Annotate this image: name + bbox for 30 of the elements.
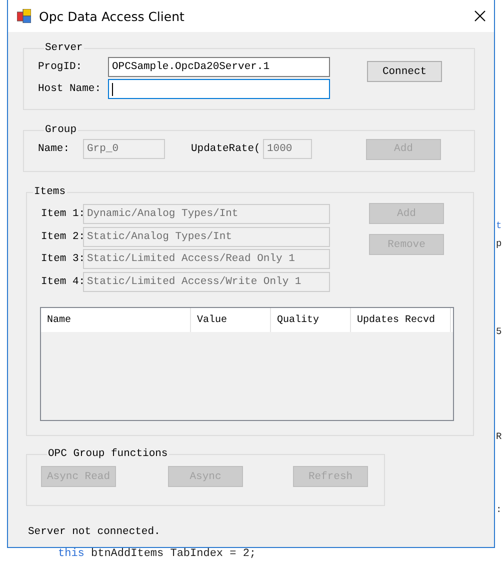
group-title: OPC Group functions	[47, 448, 169, 460]
text-caret	[112, 82, 113, 96]
field-label: Item 1:	[41, 208, 83, 220]
window-title: Opc Data Access Client	[39, 8, 186, 24]
close-icon[interactable]	[474, 10, 486, 22]
group-title: Items	[33, 186, 67, 198]
code-line: this btnAddItems TabIndex = 2;	[58, 548, 256, 561]
field-label: ProgID:	[38, 61, 84, 73]
code-fragment: 5	[496, 326, 502, 338]
group-title: Server	[44, 42, 84, 54]
app-icon	[17, 9, 31, 23]
code-fragment: :	[496, 504, 502, 516]
column-header: Updates Recvd	[351, 308, 451, 332]
button[interactable]: Connect	[367, 61, 442, 82]
column-header: Value	[191, 308, 271, 332]
code-fragment: t	[496, 220, 502, 232]
text-field[interactable]	[108, 79, 330, 99]
field-label: Item 3:	[41, 253, 83, 266]
field-label: Host Name:	[38, 83, 102, 95]
status-text: Server not connected.	[28, 526, 162, 538]
column-header: Quality	[271, 308, 351, 332]
code-fragment: p	[496, 238, 502, 250]
field-label: UpdateRate(	[191, 143, 262, 155]
code-fragment: R	[496, 431, 502, 443]
field-label: Name:	[38, 143, 71, 155]
field-label: Item 2:	[41, 230, 83, 243]
column-header: Name	[41, 308, 191, 332]
group-title: Group	[44, 124, 78, 136]
field-label: Item 4:	[41, 276, 83, 288]
text-field[interactable]: OPCSample.OpcDa20Server.1	[108, 57, 330, 77]
